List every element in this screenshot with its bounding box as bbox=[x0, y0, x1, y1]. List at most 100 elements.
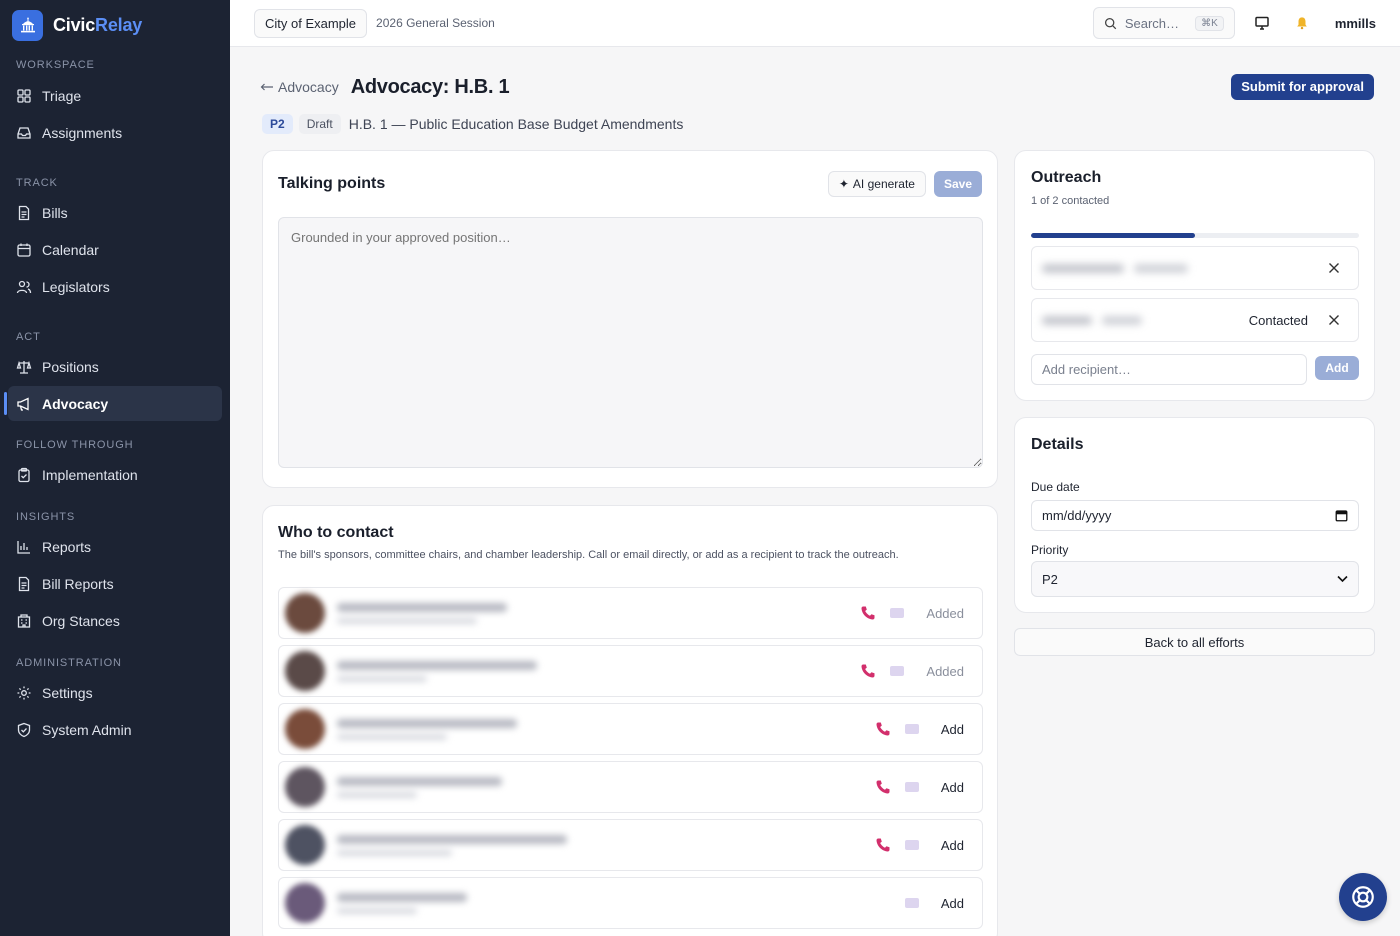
contact-add-button[interactable]: Add bbox=[939, 780, 964, 795]
email-icon[interactable] bbox=[905, 724, 919, 734]
phone-icon[interactable] bbox=[860, 663, 876, 679]
sidebar-item-triage[interactable]: Triage bbox=[8, 78, 222, 113]
sidebar-item-system-admin[interactable]: System Admin bbox=[8, 712, 222, 747]
sidebar-item-settings[interactable]: Settings bbox=[8, 675, 222, 710]
bell-icon bbox=[1297, 17, 1307, 30]
submit-for-approval-button[interactable]: Submit for approval bbox=[1231, 74, 1374, 100]
nav-section-act: ACT bbox=[16, 331, 41, 343]
building-icon bbox=[17, 613, 31, 628]
sidebar-item-label: Assignments bbox=[42, 124, 123, 141]
phone-icon[interactable] bbox=[860, 605, 876, 621]
due-date-input[interactable]: mm/dd/yyyy bbox=[1031, 500, 1359, 531]
sidebar-item-label: Bill Reports bbox=[42, 575, 114, 592]
due-date-value: mm/dd/yyyy bbox=[1042, 508, 1112, 523]
bar-chart-icon bbox=[17, 540, 30, 554]
arrow-left-icon bbox=[260, 83, 273, 91]
sidebar-item-advocacy[interactable]: Advocacy bbox=[4, 386, 222, 421]
brand-name: CivicRelay bbox=[53, 14, 143, 35]
nav-section-insights: INSIGHTS bbox=[16, 511, 76, 523]
contact-add-button[interactable]: Added bbox=[924, 664, 964, 679]
sidebar-item-reports[interactable]: Reports bbox=[8, 529, 222, 564]
sidebar-item-assignments[interactable]: Assignments bbox=[8, 115, 222, 150]
display-button[interactable] bbox=[1249, 10, 1275, 36]
details-title: Details bbox=[1031, 436, 1084, 453]
calendar-icon bbox=[1335, 510, 1348, 522]
contact-add-button[interactable]: Add bbox=[939, 722, 964, 737]
contact-name-redacted bbox=[337, 834, 567, 856]
sidebar-item-bill-reports[interactable]: Bill Reports bbox=[8, 566, 222, 601]
back-to-all-efforts-button[interactable]: Back to all efforts bbox=[1014, 628, 1375, 656]
ai-generate-label: AI generate bbox=[852, 177, 915, 191]
sidebar-item-label: Advocacy bbox=[42, 395, 109, 412]
email-icon[interactable] bbox=[905, 782, 919, 792]
document-icon bbox=[18, 576, 30, 591]
page-header: Advocacy Advocacy: H.B. 1 Submit for app… bbox=[260, 72, 1374, 102]
megaphone-icon bbox=[17, 396, 29, 411]
sidebar-item-label: System Admin bbox=[42, 721, 132, 738]
recipient-row: Contacted bbox=[1031, 298, 1359, 342]
sidebar-item-positions[interactable]: Positions bbox=[8, 349, 222, 384]
help-button[interactable] bbox=[1339, 873, 1387, 921]
chevron-down-icon bbox=[1337, 575, 1348, 583]
contact-add-button[interactable]: Added bbox=[924, 606, 964, 621]
email-icon[interactable] bbox=[890, 608, 904, 618]
nav-section-follow-through: FOLLOW THROUGH bbox=[16, 439, 134, 451]
phone-icon[interactable] bbox=[875, 837, 891, 853]
brand[interactable]: CivicRelay bbox=[0, 0, 230, 50]
priority-badge: P2 bbox=[262, 114, 293, 134]
who-to-contact-subtitle: The bill's sponsors, committee chairs, a… bbox=[278, 549, 899, 561]
phone-icon[interactable] bbox=[875, 779, 891, 795]
sidebar-item-label: Implementation bbox=[42, 466, 138, 483]
outreach-card: Outreach 1 of 2 contacted Contacted Add … bbox=[1014, 150, 1375, 401]
search-icon bbox=[1104, 17, 1117, 29]
avatar bbox=[285, 883, 325, 923]
sidebar-item-legislators[interactable]: Legislators bbox=[8, 269, 222, 304]
priority-select[interactable]: P2 bbox=[1031, 561, 1359, 597]
ai-generate-button[interactable]: ✦ AI generate bbox=[827, 171, 926, 197]
sidebar-item-bills[interactable]: Bills bbox=[8, 195, 222, 230]
close-icon[interactable] bbox=[1328, 262, 1340, 274]
back-link[interactable]: Advocacy bbox=[260, 79, 339, 95]
contact-actions: Added bbox=[860, 605, 964, 621]
inbox-icon bbox=[17, 126, 31, 139]
sidebar-item-label: Settings bbox=[42, 684, 93, 701]
add-recipient-button[interactable]: Add bbox=[1315, 356, 1359, 380]
search-placeholder: Search… bbox=[1124, 15, 1180, 31]
user-menu[interactable]: mmills bbox=[1329, 16, 1376, 31]
email-icon[interactable] bbox=[905, 840, 919, 850]
sidebar-item-calendar[interactable]: Calendar bbox=[8, 232, 222, 267]
due-date-label: Due date bbox=[1031, 480, 1080, 494]
close-icon[interactable] bbox=[1328, 314, 1340, 326]
sidebar-item-label: Legislators bbox=[42, 278, 110, 295]
search-input[interactable]: Search… ⌘K bbox=[1092, 7, 1235, 39]
talking-points-textarea[interactable] bbox=[278, 217, 983, 468]
monitor-icon bbox=[1255, 16, 1269, 30]
contact-add-button[interactable]: Add bbox=[939, 838, 964, 853]
contact-add-button[interactable]: Add bbox=[939, 896, 964, 911]
sidebar-item-label: Reports bbox=[42, 538, 92, 555]
grid-icon bbox=[17, 88, 31, 103]
bill-name: H.B. 1 — Public Education Base Budget Am… bbox=[348, 116, 684, 132]
shield-icon bbox=[17, 722, 31, 737]
phone-icon[interactable] bbox=[875, 721, 891, 737]
email-icon[interactable] bbox=[905, 898, 919, 908]
contact-actions: Add bbox=[875, 779, 964, 795]
avatar bbox=[285, 651, 325, 691]
topbar: City of Example 2026 General Session Sea… bbox=[230, 0, 1400, 47]
sidebar-item-org-stances[interactable]: Org Stances bbox=[8, 603, 222, 638]
sidebar-item-label: Positions bbox=[42, 358, 99, 375]
status-badge: Draft bbox=[298, 114, 341, 134]
nav-section-track: TRACK bbox=[16, 177, 58, 189]
save-button[interactable]: Save bbox=[933, 171, 982, 197]
contact-actions: Add bbox=[875, 721, 964, 737]
gear-icon bbox=[17, 686, 31, 699]
notifications-button[interactable] bbox=[1289, 10, 1315, 36]
recipient-status: Contacted bbox=[1248, 312, 1308, 328]
contact-row: Add bbox=[278, 761, 983, 813]
sidebar-item-implementation[interactable]: Implementation bbox=[8, 457, 222, 492]
add-recipient-input[interactable]: Add recipient… bbox=[1031, 354, 1307, 385]
contact-name-redacted bbox=[337, 602, 507, 624]
org-switcher[interactable]: City of Example bbox=[254, 8, 368, 38]
avatar bbox=[285, 593, 325, 633]
email-icon[interactable] bbox=[890, 666, 904, 676]
